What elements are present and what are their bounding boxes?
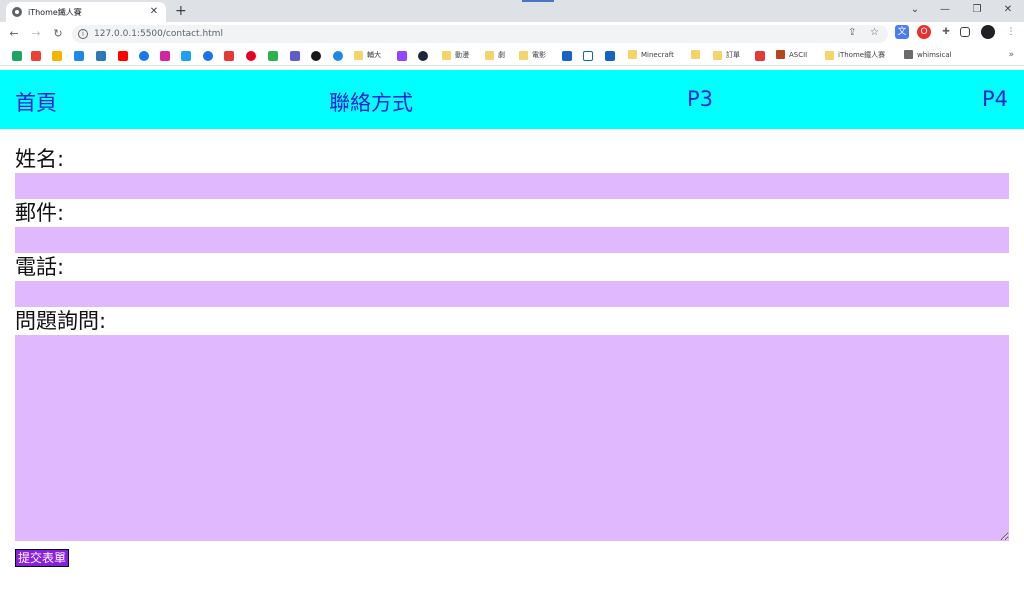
tab-close-icon[interactable]: ✕	[148, 6, 160, 18]
menu-kebab-icon[interactable]: ⋮	[1004, 25, 1018, 39]
folder-icon	[713, 50, 722, 60]
bookmark-site-icon[interactable]	[605, 51, 615, 61]
restore-button[interactable]: ❐	[962, 2, 992, 18]
address-bar[interactable]: i 127.0.0.1:5500/contact.html ⇪ ☆	[72, 25, 888, 43]
question-textarea[interactable]	[15, 335, 1009, 541]
contact-form: 姓名: 郵件: 電話: 問題詢問:	[15, 145, 1009, 541]
page-content: 首頁 聯絡方式 P3 P4 姓名: 郵件: 電話: 問題詢問: 提交表單	[0, 67, 1024, 606]
bookmark-folder[interactable]: 訂單	[713, 50, 740, 60]
twitch-icon[interactable]	[397, 51, 407, 61]
teams-icon[interactable]	[290, 51, 300, 61]
bookmark-folder[interactable]: 劇	[485, 50, 505, 60]
browser-toolbar: ← → ↻ i 127.0.0.1:5500/contact.html ⇪ ☆	[0, 22, 1024, 46]
submit-button[interactable]: 提交表單	[15, 549, 69, 567]
bookmark-folder[interactable]: Minecraft	[628, 50, 674, 59]
google-drive-icon[interactable]	[12, 51, 22, 61]
profile-avatar[interactable]	[981, 25, 995, 39]
tab-title: iThome鐵人賽	[28, 7, 82, 17]
bookmark-site-icon[interactable]	[333, 51, 343, 61]
google-photos-icon[interactable]	[52, 51, 62, 61]
bookmark-site-icon[interactable]	[96, 51, 106, 61]
youtube-icon[interactable]	[118, 51, 128, 61]
browser-tab[interactable]: iThome鐵人賽 ✕	[6, 2, 166, 22]
bookmark-folder[interactable]: 輔大	[354, 50, 381, 60]
steam-icon[interactable]	[418, 51, 428, 61]
facebook-icon[interactable]	[139, 51, 149, 61]
folder-icon	[628, 50, 637, 59]
forward-icon[interactable]: →	[28, 26, 44, 42]
folder-icon	[519, 50, 528, 60]
bookmark-site-icon[interactable]	[203, 51, 213, 61]
instagram-icon[interactable]	[160, 51, 170, 61]
folder-icon	[904, 50, 913, 59]
nav-link-p3[interactable]: P3	[687, 87, 713, 111]
folder-icon	[485, 50, 494, 60]
name-field[interactable]	[15, 173, 1009, 199]
bookmarks-bar: 輔大 動漫 劇 電影 Minecraft 訂單 ASCII iThome鐵人賽 …	[0, 46, 1024, 66]
new-tab-button[interactable]: +	[175, 3, 187, 19]
globe-icon	[12, 7, 22, 17]
nav-link-home[interactable]: 首頁	[15, 87, 57, 117]
email-field[interactable]	[15, 227, 1009, 253]
bookmark-site-icon[interactable]	[583, 51, 593, 61]
bookmarks-overflow-icon[interactable]: »	[1008, 50, 1014, 60]
bookmark-site-icon[interactable]	[268, 51, 278, 61]
folder-icon	[825, 50, 834, 60]
bookmark-site-icon[interactable]	[562, 51, 572, 61]
bookmark-folder[interactable]: iThome鐵人賽	[825, 50, 885, 60]
bookmark-site-icon[interactable]	[224, 51, 234, 61]
extensions-puzzle-icon[interactable]: ✚	[939, 25, 953, 39]
folder-icon	[442, 50, 451, 60]
top-navbar: 首頁 聯絡方式 P3 P4	[0, 70, 1024, 129]
bookmark-site-icon[interactable]	[755, 51, 765, 61]
email-label: 郵件:	[15, 201, 65, 225]
bookmark-folder[interactable]: whimsical	[904, 50, 952, 59]
back-icon[interactable]: ←	[6, 26, 22, 42]
bookmark-folder[interactable]	[691, 50, 704, 59]
tab-strip: iThome鐵人賽 ✕ + ⌄ — ❐ ✕	[0, 0, 1024, 22]
nav-link-p4[interactable]: P4	[982, 87, 1008, 111]
github-icon[interactable]	[311, 51, 321, 61]
window-accent	[522, 0, 554, 2]
phone-label: 電話:	[15, 255, 65, 279]
folder-icon	[354, 50, 363, 60]
calendar-icon[interactable]	[74, 51, 84, 61]
name-label: 姓名:	[15, 147, 65, 171]
side-panel-icon[interactable]	[960, 27, 970, 37]
url-text[interactable]: 127.0.0.1:5500/contact.html	[94, 29, 223, 39]
ascii-site-icon	[776, 50, 785, 59]
bookmark-link[interactable]: ASCII	[776, 50, 807, 59]
translate-extension-icon[interactable]: 文	[895, 25, 909, 39]
opera-extension-icon[interactable]: O	[917, 25, 931, 39]
reload-icon[interactable]: ↻	[50, 26, 66, 42]
bookmark-folder[interactable]: 電影	[519, 50, 546, 60]
window-close-button[interactable]: ✕	[993, 2, 1023, 18]
folder-icon	[691, 50, 700, 59]
pinterest-icon[interactable]	[246, 51, 256, 61]
minimize-button[interactable]: —	[930, 2, 960, 18]
gmail-icon[interactable]	[31, 51, 41, 61]
twitter-icon[interactable]	[181, 51, 191, 61]
bookmark-folder[interactable]: 動漫	[442, 50, 469, 60]
site-info-icon[interactable]: i	[78, 29, 88, 39]
bookmark-star-icon[interactable]: ☆	[870, 27, 879, 38]
share-icon[interactable]: ⇪	[848, 27, 856, 38]
question-label: 問題詢問:	[15, 309, 107, 333]
tab-search-icon[interactable]: ⌄	[900, 2, 930, 18]
nav-link-contact[interactable]: 聯絡方式	[329, 87, 413, 117]
phone-field[interactable]	[15, 281, 1009, 307]
